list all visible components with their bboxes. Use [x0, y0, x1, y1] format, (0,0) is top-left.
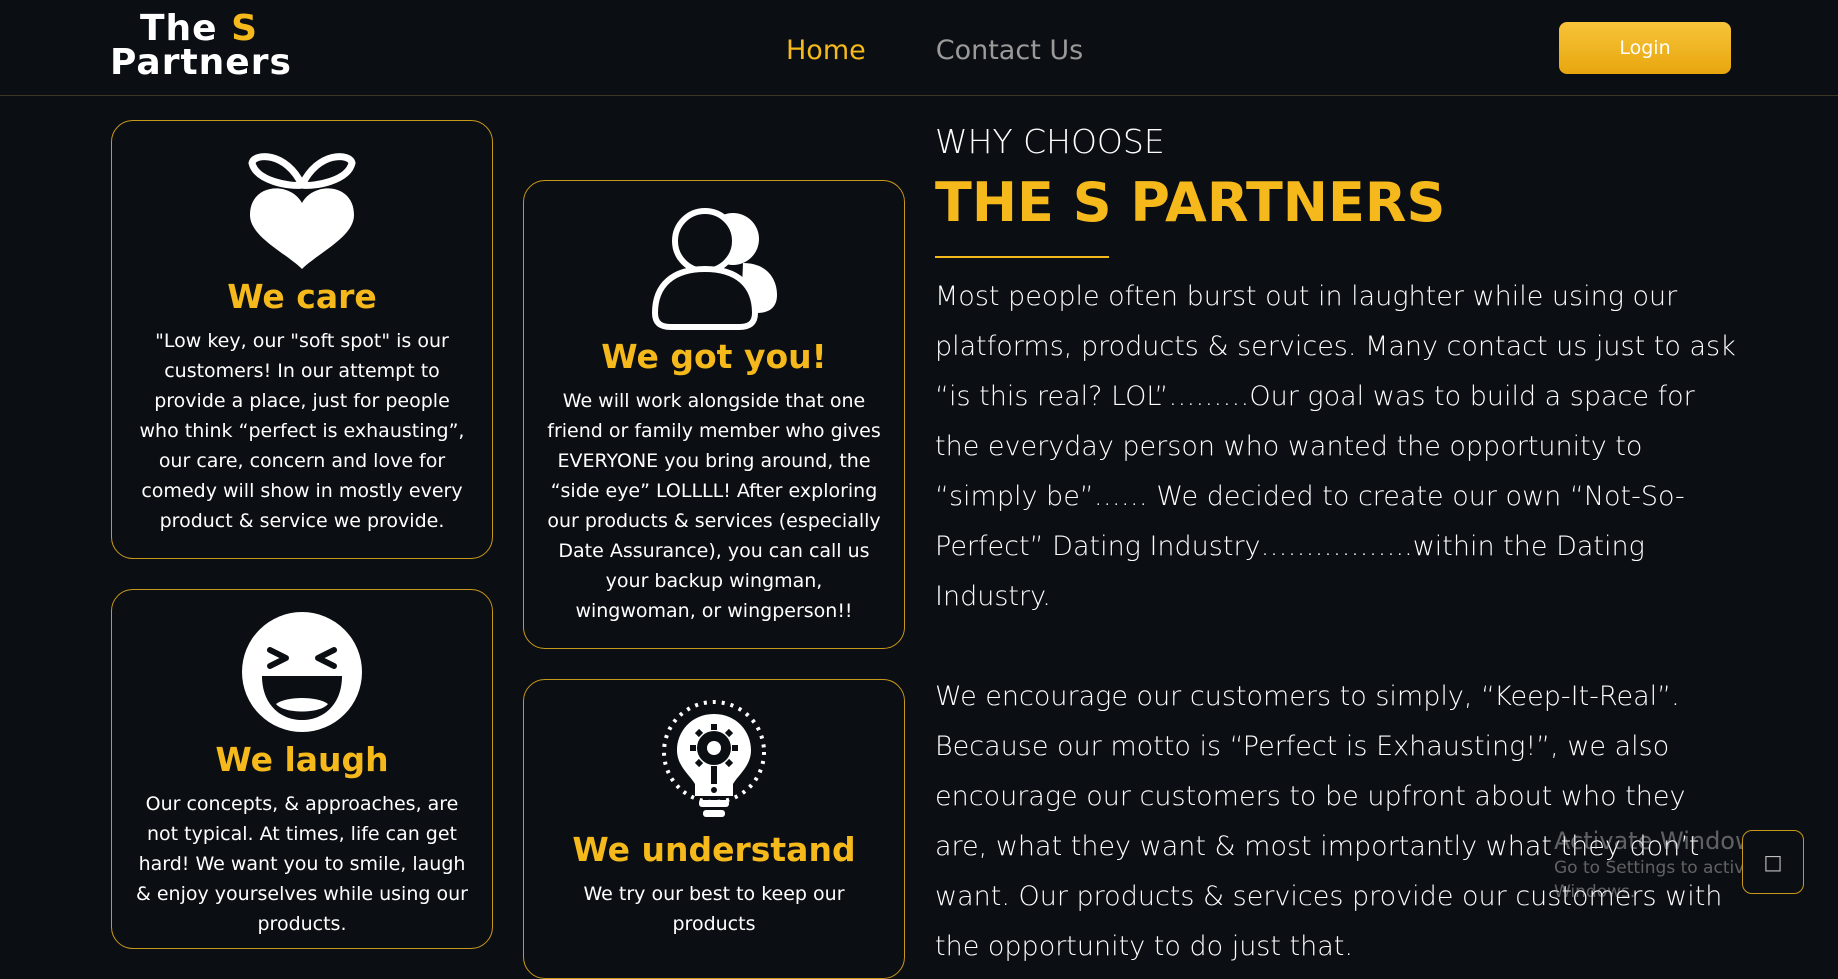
- feature-card-care: We care "Low key, our "soft spot" is our…: [111, 120, 493, 559]
- card-title: We care: [227, 277, 377, 316]
- card-text: Our concepts, & approaches, are not typi…: [136, 793, 468, 935]
- lightbulb-gear-icon: [662, 700, 766, 817]
- feature-card-laugh: We laugh Our concepts, & approaches, are…: [111, 589, 493, 949]
- card-title: We got you!: [601, 337, 827, 376]
- login-button[interactable]: Login: [1559, 22, 1731, 74]
- card-title: We understand: [572, 830, 856, 869]
- scroll-up-icon: □: [1763, 850, 1783, 874]
- title-divider: [935, 256, 1109, 258]
- feature-card-got-you: We got you! We will work alongside that …: [523, 180, 905, 649]
- main-nav: Home Contact Us: [786, 30, 1083, 70]
- section-eyebrow: WHY CHOOSE: [935, 122, 1165, 161]
- nav-home-link[interactable]: Home: [786, 35, 866, 66]
- card-text: We will work alongside that one friend o…: [547, 390, 881, 622]
- card-title: We laugh: [215, 740, 389, 779]
- heart-sprout-icon: [248, 153, 356, 269]
- logo-text-partners: Partners: [110, 42, 292, 83]
- users-icon: [651, 208, 777, 330]
- site-header: The S Partners Home Contact Us Login: [0, 0, 1838, 96]
- nav-contact-link[interactable]: Contact Us: [936, 35, 1083, 66]
- feature-card-understand: We understand We try our best to keep ou…: [523, 679, 905, 979]
- scroll-to-top-button[interactable]: □: [1742, 830, 1804, 894]
- laughing-face-icon: [242, 612, 362, 732]
- site-logo[interactable]: The S Partners: [110, 11, 292, 83]
- why-paragraph-2: We encourage our customers to simply, “K…: [935, 681, 1723, 962]
- card-text: We try our best to keep our products: [583, 883, 845, 935]
- card-text: "Low key, our "soft spot" is our custome…: [139, 330, 465, 532]
- why-paragraph-1: Most people often burst out in laughter …: [935, 281, 1736, 612]
- section-title: THE S PARTNERS: [935, 171, 1446, 234]
